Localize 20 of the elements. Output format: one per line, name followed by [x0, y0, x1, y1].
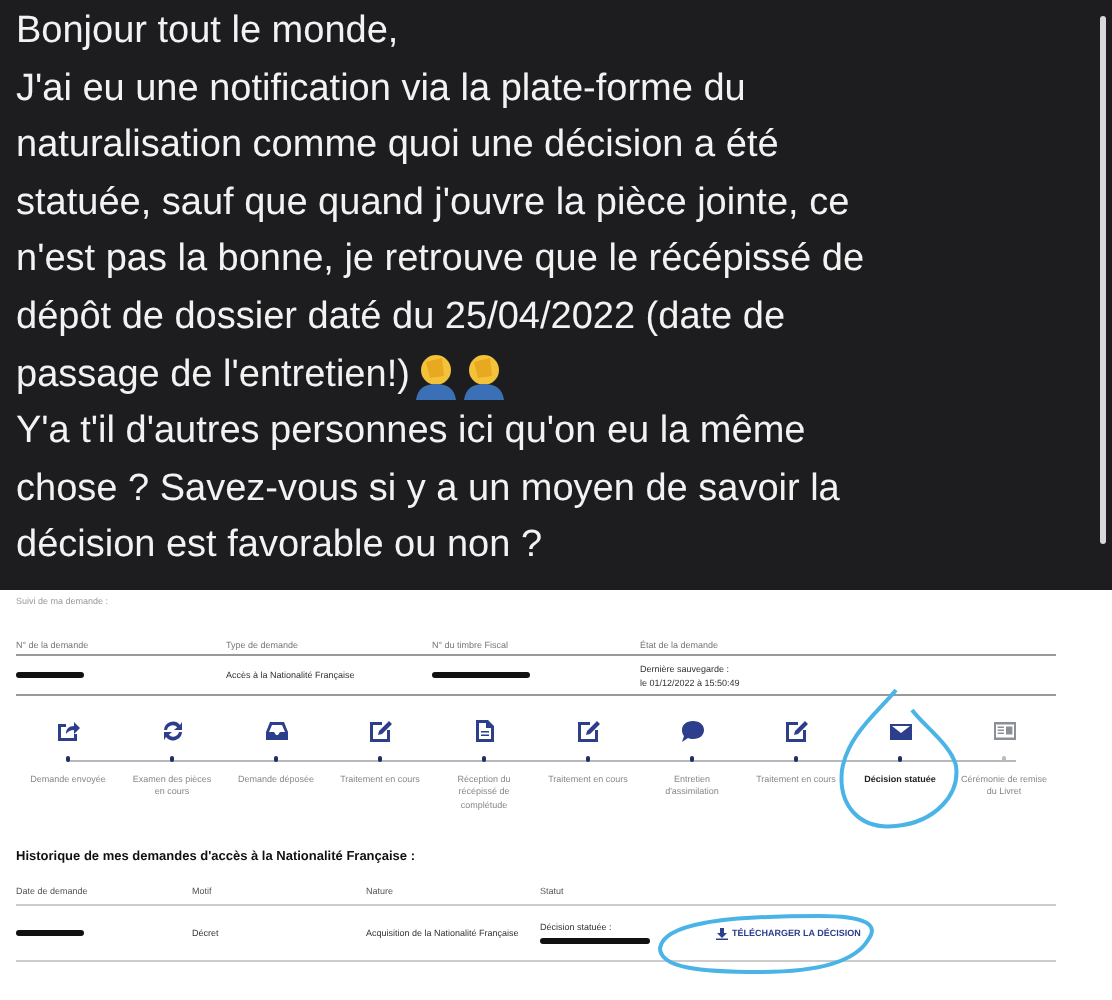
scrollbar[interactable]	[1100, 16, 1106, 544]
redaction-mark	[432, 672, 530, 678]
post-text: Y'a t'il d'autres personnes ici qu'on eu la même chose ? Savez-vous si y a un moyen de savoir la décision est favorable ou non ?	[16, 408, 840, 571]
inbox-icon	[263, 718, 289, 744]
edit-icon	[367, 718, 393, 744]
edit-icon	[783, 718, 809, 744]
refresh-icon	[159, 718, 185, 744]
person-icon	[461, 351, 506, 400]
id-card-icon	[991, 718, 1017, 744]
person-icon	[413, 351, 458, 400]
envelope-icon	[887, 718, 913, 744]
redaction-mark	[16, 930, 84, 936]
download-icon	[716, 927, 728, 939]
edit-icon	[575, 718, 601, 744]
redaction-mark	[16, 672, 84, 678]
share-icon	[55, 718, 81, 744]
document-icon	[471, 718, 497, 744]
redaction-mark	[540, 938, 650, 944]
post-text: passage de l'entretien!)	[16, 351, 410, 400]
speech-bubble-icon	[679, 718, 705, 744]
